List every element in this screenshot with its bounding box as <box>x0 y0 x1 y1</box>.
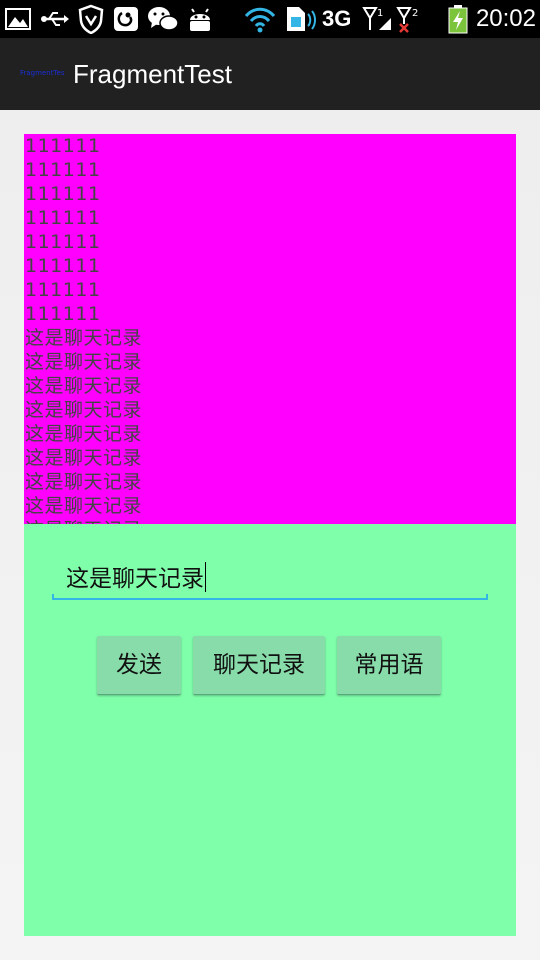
wechat-icon <box>148 7 179 31</box>
list-item: 111111 <box>25 135 101 157</box>
action-bar: FragmentTest FragmentTest <box>0 38 540 110</box>
network-type: 3G <box>322 6 352 31</box>
list-item: 111111 <box>25 231 101 253</box>
list-item: 这是聊天记录 <box>25 351 143 373</box>
gallery-icon <box>5 8 31 30</box>
app-title: FragmentTest <box>73 59 232 89</box>
shield-icon <box>78 4 104 34</box>
common-phrases-button[interactable]: 常用语 <box>337 636 441 695</box>
list-item: 这是聊天记录 <box>25 375 143 397</box>
message-input-value: 这是聊天记录 <box>66 566 204 592</box>
signal-icon: 1 2 <box>362 7 418 33</box>
status-bar: 3G 1 2 20:02 <box>0 0 540 38</box>
text-cursor <box>205 562 206 592</box>
list-item: 111111 <box>25 255 101 277</box>
list-item: 111111 <box>25 303 101 325</box>
input-fragment: 这是聊天记录 发送 聊天记录 常用语 <box>24 524 516 936</box>
android-icon <box>190 8 210 31</box>
list-item: 这是聊天记录 <box>25 399 143 421</box>
list-item: 这是聊天记录 <box>25 447 143 469</box>
send-button[interactable]: 发送 <box>97 636 181 695</box>
input-underline <box>52 594 488 600</box>
sim-icon <box>287 7 316 31</box>
app-logo[interactable]: FragmentTest <box>20 69 64 77</box>
app-icon <box>114 7 138 31</box>
chat-history-button[interactable]: 聊天记录 <box>193 636 325 695</box>
clock: 20:02 <box>475 5 536 32</box>
battery-icon <box>448 5 468 34</box>
chat-history-fragment[interactable]: 111111 111111 111111 111111 111111 111111 1111… <box>24 134 516 524</box>
wifi-icon <box>244 7 276 33</box>
list-item: 111111 <box>25 207 101 229</box>
list-item: 111111 <box>25 279 101 301</box>
svg-text:1: 1 <box>377 8 383 19</box>
list-item: 111111 <box>25 183 101 205</box>
list-item: 这是聊天记录 <box>25 327 143 349</box>
usb-icon <box>41 12 69 26</box>
list-item: 这是聊天记录 <box>25 423 143 445</box>
message-input[interactable]: 这是聊天记录 <box>52 554 488 600</box>
list-item: 111111 <box>25 159 101 181</box>
svg-text:2: 2 <box>412 8 418 19</box>
list-item: 这是聊天记录 <box>25 471 143 493</box>
list-item: 这是聊天记录 <box>25 495 143 517</box>
